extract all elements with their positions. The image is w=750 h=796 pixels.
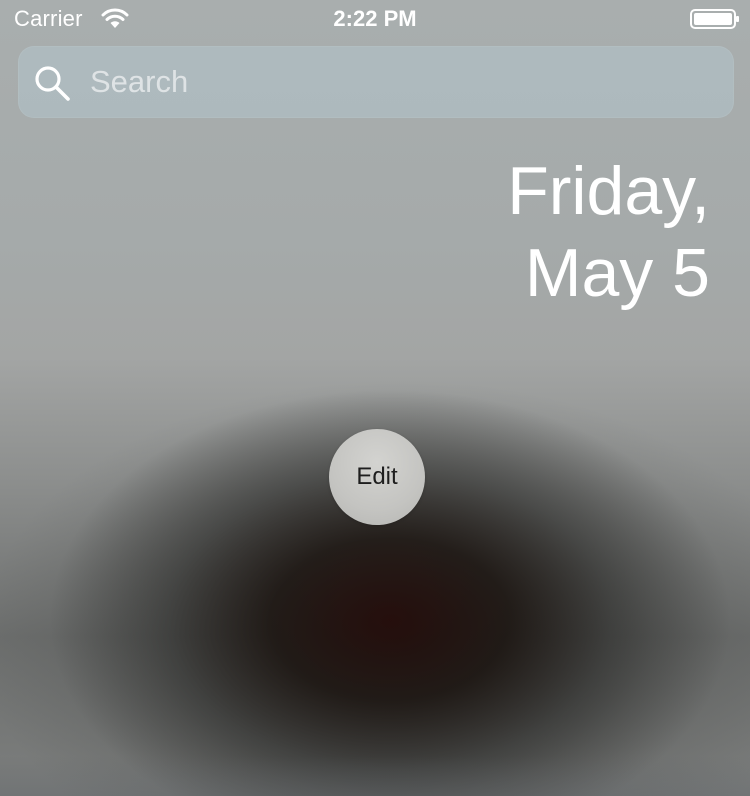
blurred-background bbox=[0, 0, 750, 796]
search-bar[interactable] bbox=[18, 46, 734, 118]
date-weekday: Friday, bbox=[507, 153, 710, 229]
search-input[interactable] bbox=[90, 60, 710, 104]
battery-icon bbox=[690, 9, 740, 29]
date-display: Friday, May 5 bbox=[507, 150, 710, 314]
date-month-day: May 5 bbox=[524, 235, 710, 311]
edit-button[interactable]: Edit bbox=[329, 429, 425, 525]
search-icon bbox=[32, 63, 72, 103]
clock-time: 2:22 PM bbox=[333, 6, 417, 31]
status-bar: Carrier 2:22 PM bbox=[0, 0, 750, 40]
